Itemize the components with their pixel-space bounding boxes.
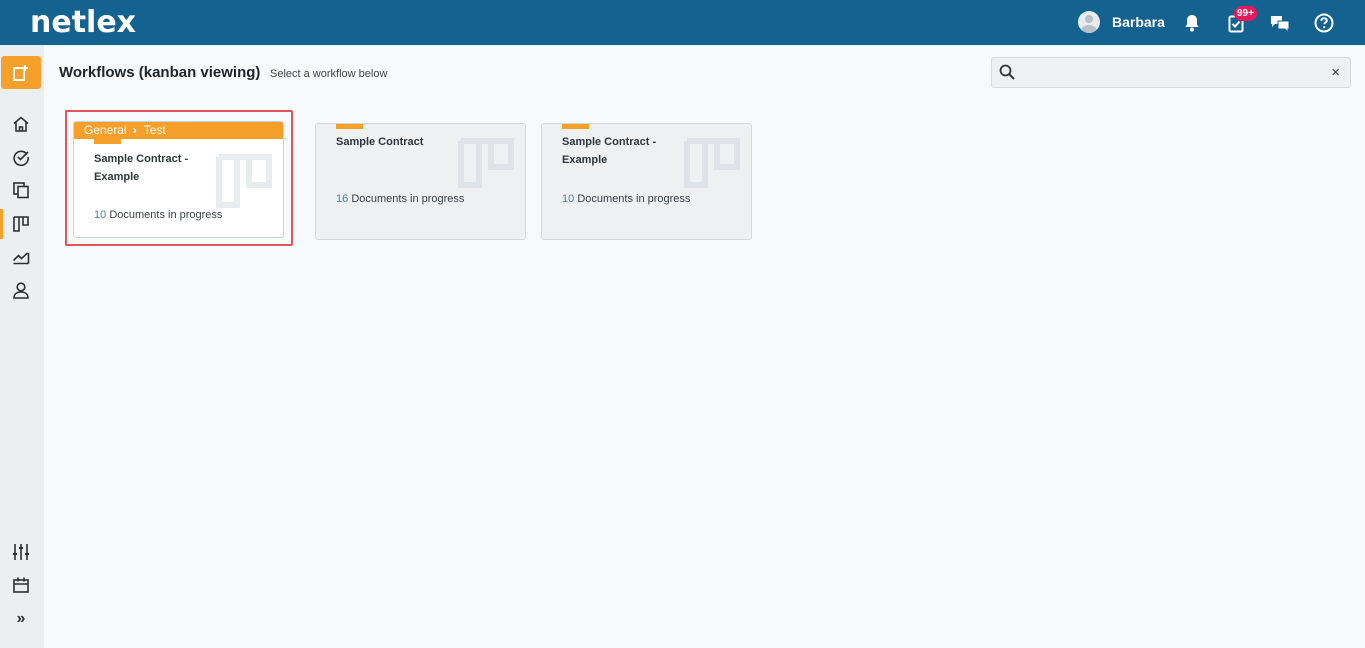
search-clear-icon[interactable]: × — [1331, 64, 1340, 81]
help-icon[interactable] — [1312, 11, 1336, 35]
expand-sidebar-icon[interactable]: » — [9, 607, 33, 631]
dashboard-check-icon[interactable] — [9, 145, 33, 169]
kanban-watermark-icon — [457, 137, 515, 194]
documents-label: Documents in progress — [109, 209, 223, 221]
breadcrumb: General › Test — [74, 122, 283, 139]
new-document-icon — [13, 64, 28, 81]
chevron-right-icon: › — [132, 123, 137, 137]
page-subtitle: Select a workflow below — [270, 68, 388, 80]
workflow-title: Sample Contract - Example — [562, 136, 657, 166]
workflow-card[interactable]: Sample Contract 16 Documents in progress — [315, 123, 526, 240]
avatar — [1078, 11, 1100, 33]
chat-bubbles-icon[interactable] — [1268, 11, 1292, 35]
analytics-chart-icon[interactable] — [9, 245, 33, 269]
documents-count[interactable]: 16 — [336, 193, 348, 205]
documents-count[interactable]: 10 — [94, 209, 106, 221]
documents-in-progress: 10 Documents in progress — [94, 209, 222, 221]
home-icon[interactable] — [9, 112, 33, 136]
documents-count[interactable]: 10 — [562, 193, 574, 205]
new-document-button[interactable] — [1, 56, 41, 89]
documents-label: Documents in progress — [577, 193, 691, 205]
search-icon — [999, 64, 1015, 85]
top-bar: netlex Barbara 99+ — [0, 0, 1365, 45]
app-logo[interactable]: netlex — [30, 4, 136, 42]
user-menu[interactable]: Barbara — [1078, 11, 1165, 33]
breadcrumb-current[interactable]: Test — [144, 122, 166, 139]
sidebar-active-indicator — [0, 209, 3, 239]
card-tab-marker — [336, 124, 363, 129]
search-box: × — [991, 57, 1351, 88]
sidebar: » — [0, 45, 44, 648]
card-tab-marker — [94, 139, 121, 144]
kanban-watermark-icon — [215, 153, 273, 214]
tasks-badge: 99+ — [1234, 6, 1257, 21]
settings-sliders-icon[interactable] — [9, 540, 33, 564]
search-input[interactable] — [1024, 63, 1314, 83]
workflows-kanban-icon[interactable] — [9, 212, 33, 236]
documents-in-progress: 16 Documents in progress — [336, 193, 464, 205]
calendar-icon[interactable] — [9, 573, 33, 597]
notifications-bell-icon[interactable] — [1180, 11, 1204, 35]
workflow-card[interactable]: General › Test Sample Contract - Example… — [73, 121, 284, 238]
workflow-title: Sample Contract - Example — [94, 153, 189, 183]
documents-label: Documents in progress — [351, 193, 465, 205]
kanban-watermark-icon — [683, 137, 741, 194]
user-name: Barbara — [1112, 14, 1165, 30]
documents-in-progress: 10 Documents in progress — [562, 193, 690, 205]
card-tab-marker — [562, 124, 589, 129]
breadcrumb-parent[interactable]: General — [84, 122, 127, 139]
user-profile-icon[interactable] — [9, 278, 33, 302]
documents-icon[interactable] — [9, 178, 33, 202]
page-title: Workflows (kanban viewing) — [59, 64, 261, 81]
workflow-title: Sample Contract — [336, 136, 424, 148]
workflow-card[interactable]: Sample Contract - Example 10 Documents i… — [541, 123, 752, 240]
